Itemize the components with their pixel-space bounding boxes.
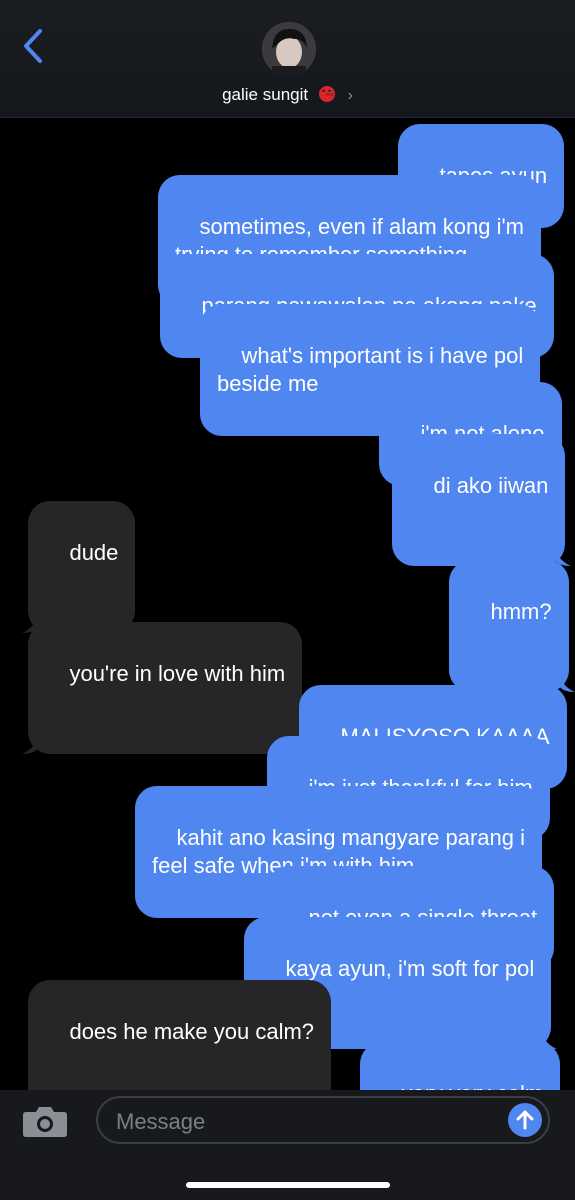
message-input-placeholder: Message — [116, 1109, 206, 1134]
send-button[interactable] — [508, 1103, 542, 1137]
arrow-up-icon — [516, 1110, 534, 1130]
details-chevron-icon: › — [347, 87, 353, 104]
message-bubble-sent[interactable]: hmm? — [449, 560, 575, 692]
message-bubble-received[interactable]: you're in love with him — [22, 622, 303, 754]
message-thread[interactable]: tapos ayun sometimes, even if alam kong … — [0, 118, 575, 1090]
message-bubble-received[interactable]: does he make you calm? — [28, 980, 332, 1090]
avatar[interactable] — [262, 22, 316, 76]
message-input[interactable]: Message — [96, 1096, 550, 1144]
camera-icon[interactable] — [22, 1104, 68, 1138]
conversation-header: galie sungit › — [0, 0, 575, 118]
message-bubble-sent[interactable]: di ako iiwan — [392, 434, 572, 566]
bubble-tail — [558, 672, 575, 692]
chevron-left-icon[interactable] — [18, 26, 48, 66]
bubble-tail — [22, 734, 38, 754]
tengu-mask-icon — [318, 86, 335, 102]
message-bubble-received[interactable]: dude — [22, 501, 136, 633]
contact-name-row[interactable]: galie sungit › — [0, 84, 575, 105]
message-bubble-sent[interactable]: very very calm — [360, 1042, 561, 1090]
contact-name: galie sungit — [222, 85, 309, 104]
home-indicator[interactable] — [186, 1182, 390, 1188]
